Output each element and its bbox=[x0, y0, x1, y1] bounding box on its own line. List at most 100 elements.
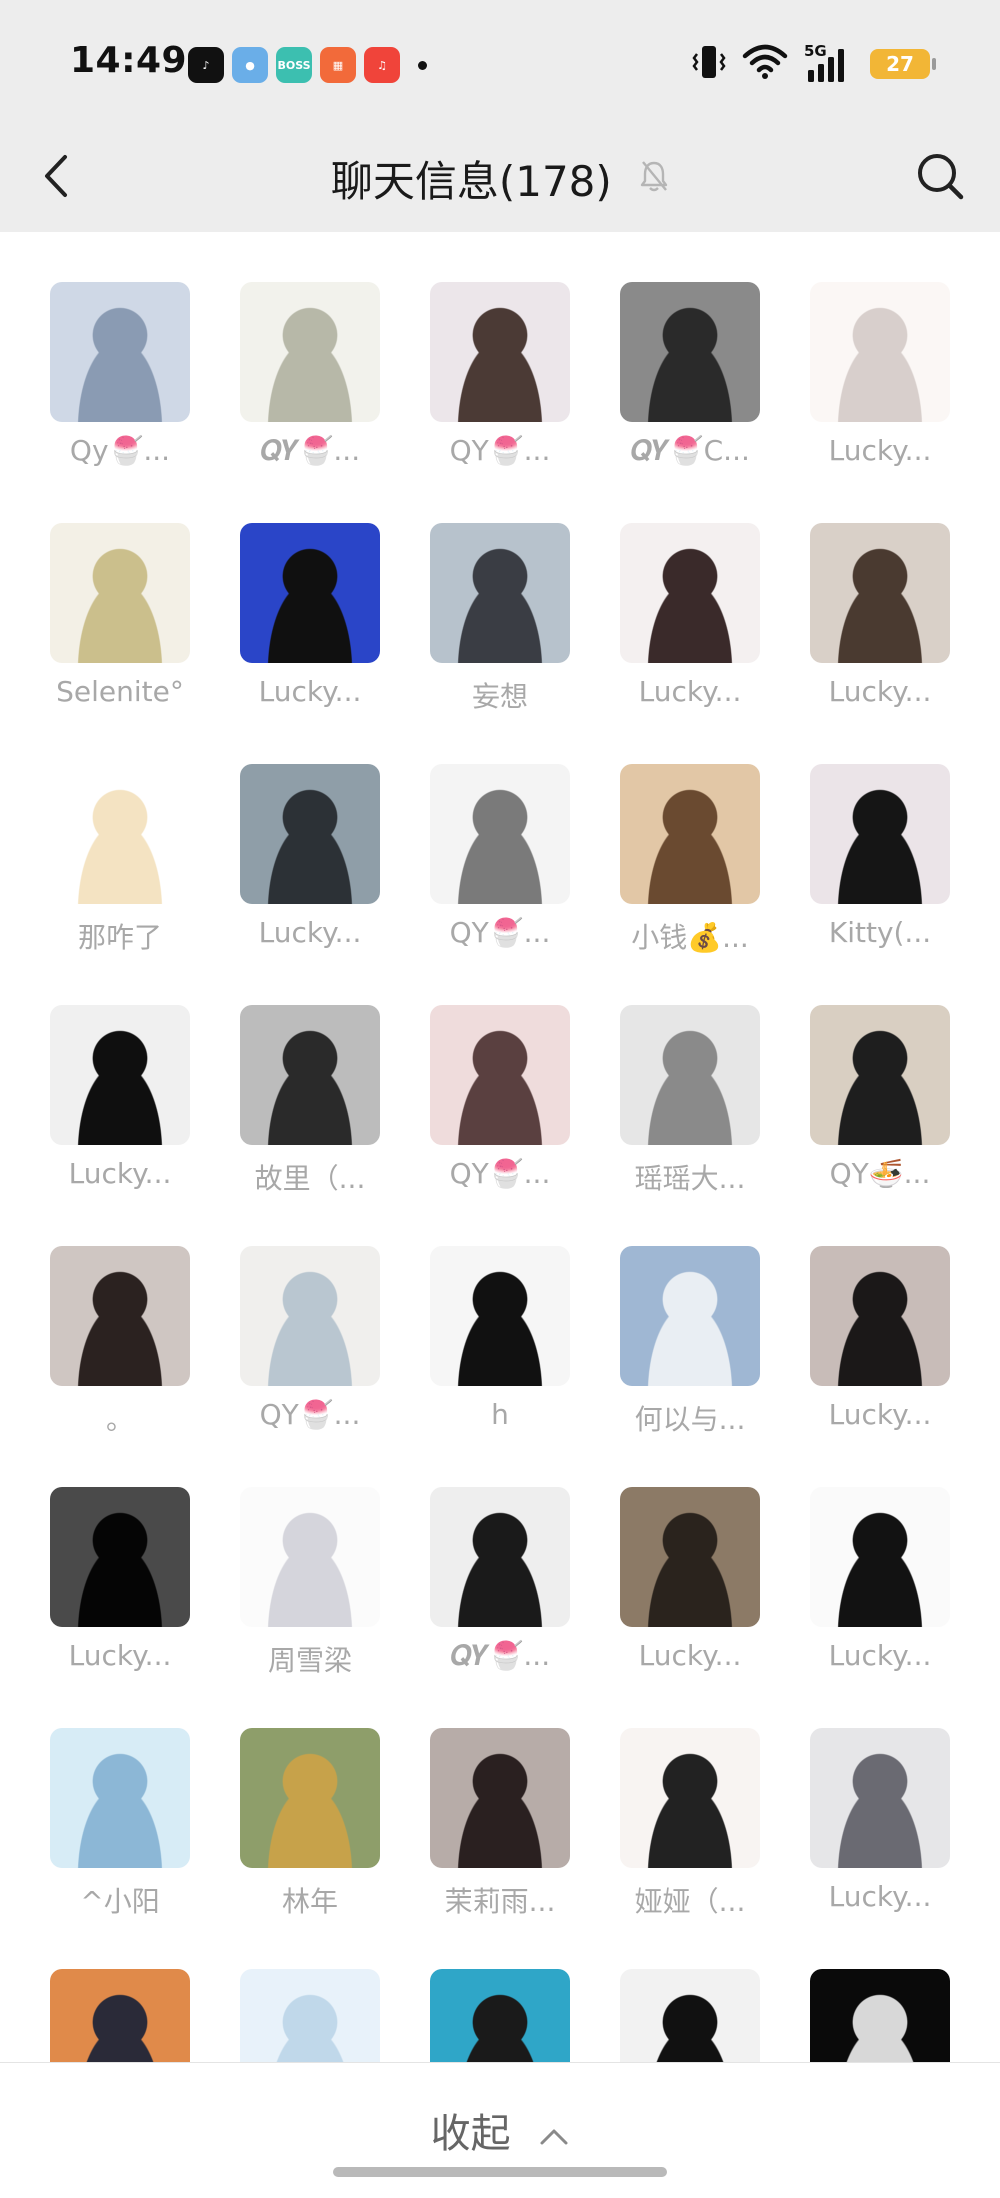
member-avatar[interactable] bbox=[620, 1005, 760, 1145]
member-avatar[interactable] bbox=[50, 764, 190, 904]
home-indicator[interactable] bbox=[333, 2167, 667, 2177]
member-item[interactable]: Lucky... bbox=[30, 1487, 190, 1687]
member-name: Kitty(... bbox=[828, 916, 932, 949]
more-notifications-dot-icon bbox=[418, 60, 427, 70]
member-item[interactable]: Lucky... bbox=[790, 282, 950, 482]
member-avatar[interactable] bbox=[50, 1728, 190, 1868]
member-avatar[interactable] bbox=[240, 1005, 380, 1145]
member-avatar[interactable] bbox=[240, 1246, 380, 1386]
member-avatar[interactable] bbox=[810, 1728, 950, 1868]
member-item[interactable]: 那咋了 bbox=[30, 764, 190, 964]
member-item[interactable] bbox=[220, 1969, 380, 2062]
member-avatar[interactable] bbox=[50, 282, 190, 422]
member-item[interactable]: QY🍜... bbox=[790, 1005, 950, 1205]
member-item[interactable] bbox=[30, 1969, 190, 2062]
member-name: 𝑸𝒀🍧C... bbox=[630, 434, 750, 467]
member-avatar[interactable] bbox=[810, 282, 950, 422]
member-name: h bbox=[491, 1398, 509, 1431]
member-avatar[interactable] bbox=[620, 764, 760, 904]
member-avatar[interactable] bbox=[430, 282, 570, 422]
member-avatar[interactable] bbox=[430, 1969, 570, 2062]
member-item[interactable] bbox=[790, 1969, 950, 2062]
member-item[interactable]: Kitty(... bbox=[790, 764, 950, 964]
member-item[interactable]: Lucky... bbox=[600, 1487, 760, 1687]
member-avatar[interactable] bbox=[50, 1487, 190, 1627]
member-item[interactable]: 𝑸𝒀🍧... bbox=[410, 1487, 570, 1687]
member-avatar[interactable] bbox=[810, 523, 950, 663]
member-item[interactable]: QY🍧... bbox=[410, 764, 570, 964]
vibrate-icon bbox=[692, 43, 726, 85]
member-item[interactable]: 娅娅（... bbox=[600, 1728, 760, 1928]
member-item[interactable]: ^小阳 bbox=[30, 1728, 190, 1928]
member-name: Lucky... bbox=[258, 916, 362, 949]
member-avatar[interactable] bbox=[50, 1005, 190, 1145]
member-item[interactable]: 何以与... bbox=[600, 1246, 760, 1446]
music-app-icon: ♫ bbox=[364, 47, 400, 83]
member-item[interactable]: Lucky... bbox=[790, 1487, 950, 1687]
tiktok-icon: ♪ bbox=[188, 47, 224, 83]
chevron-up-icon bbox=[540, 2129, 568, 2145]
notification-icons: ♪ ● BOSS ▦ ♫ bbox=[188, 46, 427, 84]
member-item[interactable]: QY🍧... bbox=[220, 1246, 380, 1446]
member-avatar[interactable] bbox=[430, 1728, 570, 1868]
member-avatar[interactable] bbox=[430, 523, 570, 663]
member-avatar[interactable] bbox=[620, 1487, 760, 1627]
member-avatar[interactable] bbox=[50, 523, 190, 663]
member-item[interactable]: 故里（... bbox=[220, 1005, 380, 1205]
member-item[interactable]: 𝑸𝒀🍧... bbox=[220, 282, 380, 482]
member-item[interactable]: Lucky... bbox=[30, 1005, 190, 1205]
member-item[interactable]: Qy🍧... bbox=[30, 282, 190, 482]
member-name: 瑶瑶大... bbox=[634, 1162, 746, 1195]
member-avatar[interactable] bbox=[810, 1005, 950, 1145]
member-avatar[interactable] bbox=[240, 764, 380, 904]
member-name: Lucky... bbox=[828, 675, 932, 708]
member-avatar[interactable] bbox=[620, 1728, 760, 1868]
member-avatar[interactable] bbox=[430, 764, 570, 904]
member-item[interactable]: 茉莉雨... bbox=[410, 1728, 570, 1928]
member-item[interactable]: 林年 bbox=[220, 1728, 380, 1928]
status-time: 14:49 bbox=[70, 40, 188, 81]
member-item[interactable] bbox=[410, 1969, 570, 2062]
member-avatar[interactable] bbox=[620, 1969, 760, 2062]
member-avatar[interactable] bbox=[810, 1487, 950, 1627]
member-item[interactable]: QY🍧... bbox=[410, 1005, 570, 1205]
member-avatar[interactable] bbox=[240, 1487, 380, 1627]
member-name: Lucky... bbox=[828, 434, 932, 467]
member-avatar[interactable] bbox=[810, 1246, 950, 1386]
member-avatar[interactable] bbox=[430, 1246, 570, 1386]
member-item[interactable]: Lucky... bbox=[790, 1728, 950, 1928]
member-item[interactable]: Lucky... bbox=[790, 523, 950, 723]
member-item[interactable]: Selenite° bbox=[30, 523, 190, 723]
member-avatar[interactable] bbox=[620, 523, 760, 663]
member-item[interactable]: QY🍧... bbox=[410, 282, 570, 482]
member-item[interactable] bbox=[600, 1969, 760, 2062]
member-avatar[interactable] bbox=[50, 1246, 190, 1386]
member-item[interactable]: 妄想 bbox=[410, 523, 570, 723]
member-name: Lucky... bbox=[828, 1880, 932, 1913]
member-item[interactable]: Lucky... bbox=[600, 523, 760, 723]
member-avatar[interactable] bbox=[430, 1005, 570, 1145]
member-name: Selenite° bbox=[56, 675, 184, 708]
member-item[interactable]: Lucky... bbox=[790, 1246, 950, 1446]
member-avatar[interactable] bbox=[620, 1246, 760, 1386]
member-item[interactable]: 。 bbox=[30, 1246, 190, 1446]
member-avatar[interactable] bbox=[810, 764, 950, 904]
member-avatar[interactable] bbox=[620, 282, 760, 422]
collapse-button[interactable]: 收起 bbox=[0, 2101, 1000, 2159]
orange-app-icon: ▦ bbox=[320, 47, 356, 83]
member-avatar[interactable] bbox=[810, 1969, 950, 2062]
member-avatar[interactable] bbox=[50, 1969, 190, 2062]
member-item[interactable]: Lucky... bbox=[220, 764, 380, 964]
member-avatar[interactable] bbox=[240, 282, 380, 422]
member-avatar[interactable] bbox=[240, 1969, 380, 2062]
member-item[interactable]: 小钱💰... bbox=[600, 764, 760, 964]
member-item[interactable]: 周雪梁 bbox=[220, 1487, 380, 1687]
search-button[interactable] bbox=[908, 144, 972, 208]
member-avatar[interactable] bbox=[240, 1728, 380, 1868]
member-item[interactable]: Lucky... bbox=[220, 523, 380, 723]
member-item[interactable]: h bbox=[410, 1246, 570, 1446]
member-item[interactable]: 瑶瑶大... bbox=[600, 1005, 760, 1205]
member-avatar[interactable] bbox=[430, 1487, 570, 1627]
member-avatar[interactable] bbox=[240, 523, 380, 663]
member-item[interactable]: 𝑸𝒀🍧C... bbox=[600, 282, 760, 482]
